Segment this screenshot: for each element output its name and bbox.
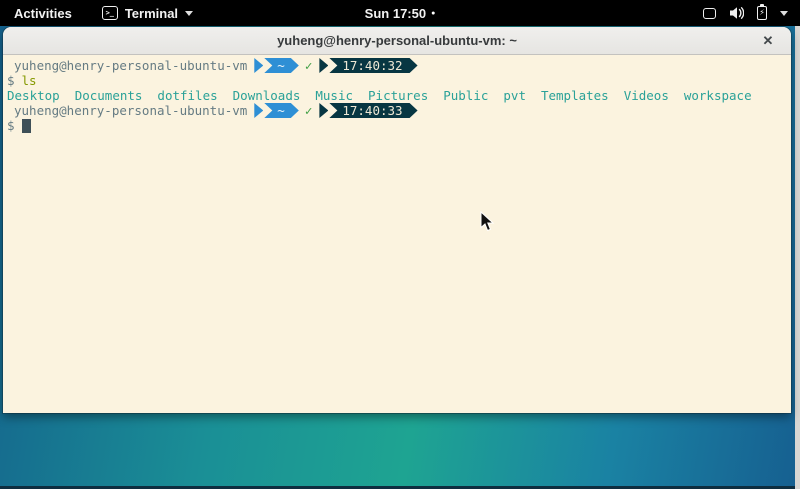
status-check-icon: ✓ bbox=[305, 103, 313, 118]
dir-item: Videos bbox=[624, 88, 669, 103]
input-line[interactable]: $ bbox=[7, 118, 787, 133]
activities-label: Activities bbox=[14, 6, 72, 21]
dir-item: Documents bbox=[75, 88, 143, 103]
prompt-cwd-segment: ~ bbox=[264, 103, 299, 118]
notification-dot-icon: ● bbox=[431, 10, 435, 17]
chevron-down-icon bbox=[185, 11, 193, 16]
dir-item: Public bbox=[443, 88, 488, 103]
dir-item: workspace bbox=[684, 88, 752, 103]
prompt-time-segment: 17:40:33 bbox=[329, 103, 417, 118]
dir-item: pvt bbox=[503, 88, 526, 103]
dir-item: Downloads bbox=[233, 88, 301, 103]
prompt-line: yuheng@henry-personal-ubuntu-vm ~ ✓ 17:4… bbox=[7, 58, 787, 73]
terminal-cursor bbox=[22, 119, 31, 133]
chevron-down-icon bbox=[780, 11, 788, 16]
terminal-window: yuheng@henry-personal-ubuntu-vm: ~ ✕ yuh… bbox=[3, 27, 791, 413]
activities-button[interactable]: Activities bbox=[0, 0, 86, 26]
powerline-arrow-icon bbox=[319, 103, 328, 118]
command-line: $ ls bbox=[7, 73, 787, 88]
battery-charging-icon[interactable]: ⚡ bbox=[757, 6, 767, 20]
prompt-user-host: yuheng@henry-personal-ubuntu-vm bbox=[14, 58, 247, 73]
prompt-cwd-segment: ~ bbox=[264, 58, 299, 73]
app-menu-label: Terminal bbox=[125, 6, 178, 21]
powerline-arrow-icon bbox=[254, 58, 263, 73]
ls-output-line: Desktop Documents dotfiles Downloads Mus… bbox=[7, 88, 787, 103]
dir-item: Desktop bbox=[7, 88, 60, 103]
powerline-arrow-icon bbox=[319, 58, 328, 73]
command-text: ls bbox=[22, 73, 37, 88]
prompt-symbol: $ bbox=[7, 118, 15, 133]
prompt-symbol: $ bbox=[7, 73, 15, 88]
volume-icon[interactable] bbox=[729, 6, 744, 20]
screen-right-edge-strip bbox=[795, 26, 800, 489]
prompt-time-segment: 17:40:32 bbox=[329, 58, 417, 73]
prompt-user-host: yuheng@henry-personal-ubuntu-vm bbox=[14, 103, 247, 118]
terminal-icon: >_ bbox=[102, 6, 118, 20]
app-menu-terminal[interactable]: >_ Terminal bbox=[96, 0, 199, 26]
screen-icon[interactable] bbox=[703, 8, 716, 19]
powerline-arrow-icon bbox=[254, 103, 263, 118]
window-title: yuheng@henry-personal-ubuntu-vm: ~ bbox=[277, 33, 517, 48]
system-tray-menu[interactable]: ⚡ bbox=[703, 0, 800, 26]
status-check-icon: ✓ bbox=[305, 58, 313, 73]
terminal-screen[interactable]: yuheng@henry-personal-ubuntu-vm ~ ✓ 17:4… bbox=[3, 55, 791, 412]
dir-item: dotfiles bbox=[157, 88, 217, 103]
window-titlebar[interactable]: yuheng@henry-personal-ubuntu-vm: ~ ✕ bbox=[3, 27, 791, 55]
dir-item: Templates bbox=[541, 88, 609, 103]
top-bar: Activities >_ Terminal Sun 17:50 ● ⚡ bbox=[0, 0, 800, 26]
clock-menu[interactable]: Sun 17:50 ● bbox=[365, 0, 436, 26]
prompt-line: yuheng@henry-personal-ubuntu-vm ~ ✓ 17:4… bbox=[7, 103, 787, 118]
close-icon[interactable]: ✕ bbox=[755, 27, 781, 54]
clock-text: Sun 17:50 bbox=[365, 6, 426, 21]
dir-item: Pictures bbox=[368, 88, 428, 103]
dir-item: Music bbox=[315, 88, 353, 103]
